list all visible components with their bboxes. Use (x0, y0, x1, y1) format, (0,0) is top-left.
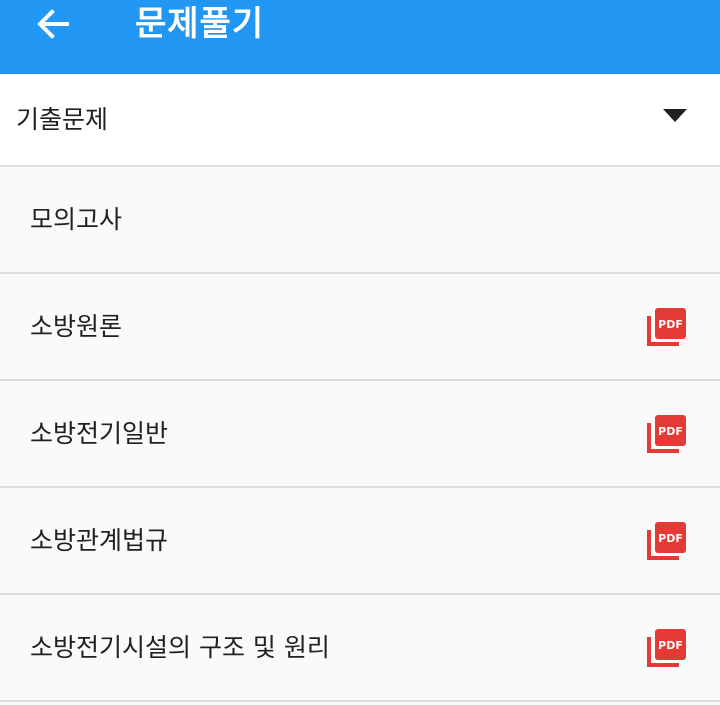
page-title: 문제풀기 (135, 4, 265, 44)
pdf-icon-text: PDF (658, 532, 683, 545)
dropdown-selected-value: 기출문제 (16, 105, 109, 134)
back-button[interactable] (26, 0, 80, 48)
category-dropdown[interactable]: 기출문제 (0, 74, 720, 167)
pdf-icon[interactable]: PDF (646, 628, 688, 668)
list-item-fire-electrical-general[interactable]: 소방전기일반 PDF (0, 381, 720, 488)
list-item-label: 소방전기시설의 구조 및 원리 (30, 633, 330, 662)
app-screen: 문제풀기 기출문제 모의고사 소방원론 PDF 소방전기일반 PDF 소방관계법… (0, 0, 720, 705)
pdf-icon-text: PDF (658, 425, 683, 438)
app-bar: 문제풀기 (0, 0, 720, 74)
list-item-fire-regulations[interactable]: 소방관계법규 PDF (0, 488, 720, 595)
exam-list: 모의고사 소방원론 PDF 소방전기일반 PDF 소방관계법규 PDF 소방전기… (0, 167, 720, 702)
arrow-left-icon (37, 9, 69, 39)
caret-down-icon (663, 109, 687, 122)
pdf-icon[interactable]: PDF (646, 521, 688, 561)
list-item-label: 소방전기일반 (30, 419, 169, 448)
list-item-fire-principles[interactable]: 소방원론 PDF (0, 274, 720, 381)
list-item-label: 모의고사 (30, 205, 123, 234)
pdf-icon-text: PDF (658, 639, 683, 652)
list-item-label: 소방원론 (30, 312, 123, 341)
pdf-icon[interactable]: PDF (646, 414, 688, 454)
list-item-mock-exam[interactable]: 모의고사 (0, 167, 720, 274)
list-item-fire-electrical-facilities[interactable]: 소방전기시설의 구조 및 원리 PDF (0, 595, 720, 702)
pdf-icon[interactable]: PDF (646, 307, 688, 347)
pdf-icon-text: PDF (658, 318, 683, 331)
list-item-label: 소방관계법규 (30, 526, 169, 555)
